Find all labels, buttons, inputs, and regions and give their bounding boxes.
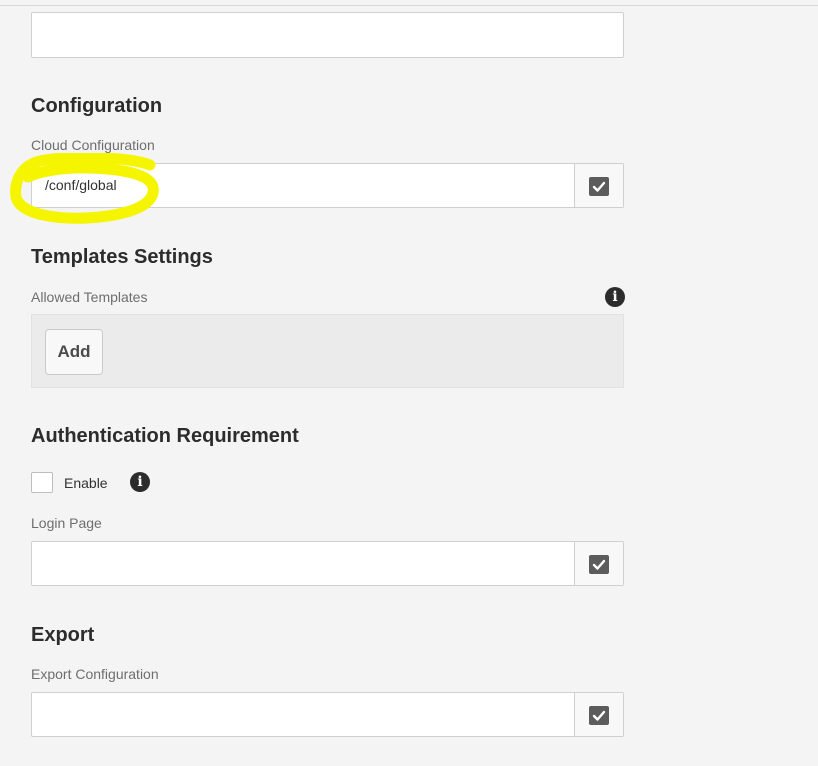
- enable-checkbox[interactable]: [31, 472, 53, 493]
- cloud-configuration-field[interactable]: /conf/global: [31, 163, 624, 208]
- info-icon[interactable]: i: [130, 472, 150, 492]
- export-configuration-picker-button[interactable]: [574, 693, 623, 736]
- cloud-configuration-picker-button[interactable]: [574, 164, 623, 207]
- info-icon[interactable]: i: [605, 287, 625, 307]
- top-border: [0, 0, 818, 6]
- add-template-button[interactable]: Add: [45, 329, 103, 375]
- authentication-requirement-heading: Authentication Requirement: [31, 425, 299, 447]
- check-icon: [589, 706, 609, 725]
- export-configuration-label: Export Configuration: [31, 666, 159, 682]
- login-page-picker-button[interactable]: [574, 542, 623, 585]
- configuration-heading: Configuration: [31, 95, 163, 117]
- export-heading: Export: [31, 624, 95, 646]
- check-icon: [589, 177, 609, 196]
- top-text-field[interactable]: [31, 12, 624, 58]
- allowed-templates-list: Add: [31, 314, 624, 388]
- page: Configuration Cloud Configuration /conf/…: [0, 0, 818, 766]
- cloud-configuration-label: Cloud Configuration: [31, 137, 155, 153]
- check-icon: [589, 555, 609, 574]
- export-configuration-field[interactable]: [31, 692, 624, 737]
- allowed-templates-label: Allowed Templates: [31, 289, 148, 305]
- enable-checkbox-label: Enable: [64, 475, 108, 491]
- templates-settings-heading: Templates Settings: [31, 246, 213, 268]
- cloud-configuration-value: /conf/global: [45, 177, 117, 193]
- login-page-label: Login Page: [31, 515, 102, 531]
- login-page-field[interactable]: [31, 541, 624, 586]
